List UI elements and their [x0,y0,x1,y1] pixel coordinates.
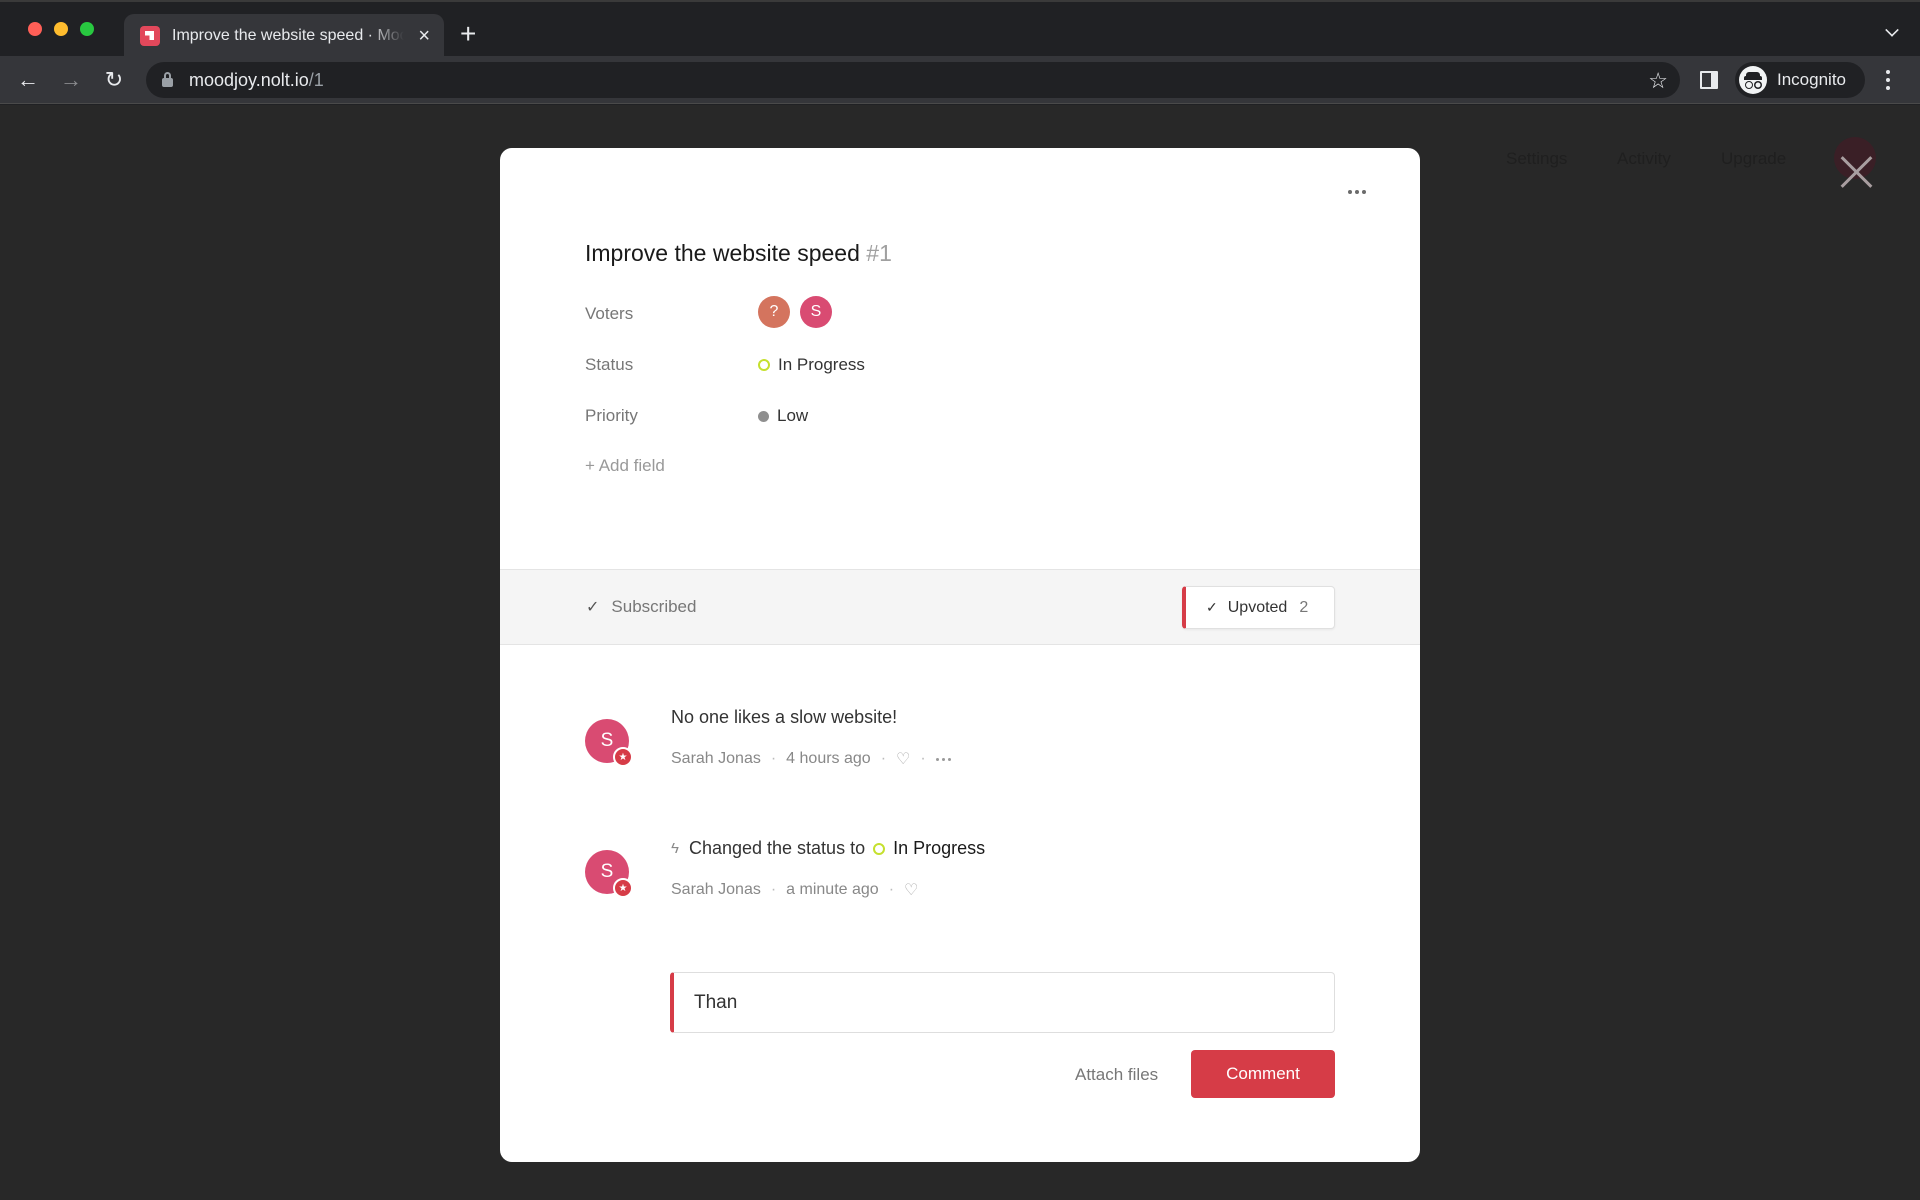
priority-label: Priority [585,406,638,425]
reload-button[interactable]: ↻ [100,66,128,94]
tab-search-chevron-icon[interactable] [1885,23,1899,37]
voters-list: ? S [758,296,842,328]
forward-button[interactable]: → [57,66,85,94]
add-field-button[interactable]: + Add field [585,456,665,476]
comment-text: No one likes a slow website! [671,707,898,727]
priority-dot-icon [758,410,769,422]
status-value: In Progress [778,355,865,374]
meta-separator: · [770,750,777,767]
subscribed-label: Subscribed [611,597,697,616]
lightning-bolt-icon: ϟ [671,840,679,857]
like-heart-icon[interactable]: ♡ [896,749,910,769]
subscribe-toggle[interactable]: ✓ Subscribed [586,597,696,617]
avatar-initial: S [600,861,614,882]
window-close-button[interactable] [28,22,42,36]
admin-star-icon: ★ [613,747,633,767]
meta-separator: · [888,881,895,898]
like-heart-icon[interactable]: ♡ [904,880,918,900]
post-modal: Improve the website speed #1 Voters ? S … [500,148,1420,1162]
profile-label: Incognito [1777,70,1846,89]
meta-separator: · [920,750,926,767]
url-path: /1 [308,69,324,90]
address-bar[interactable]: moodjoy.nolt.io/1 ☆ [146,62,1680,98]
post-title-text: Improve the website speed [585,240,860,266]
post-more-options-icon[interactable] [1344,186,1370,198]
bookmark-star-icon[interactable]: ☆ [1648,68,1668,94]
browser-menu-icon[interactable] [1886,70,1890,90]
back-button[interactable]: ← [14,66,42,94]
admin-star-icon: ★ [613,878,633,898]
tab-close-icon[interactable]: × [418,26,430,46]
activity-prefix: Changed the status to [688,838,866,858]
activity-text: ϟ Changed the status to In Progress [671,838,985,859]
comment-time[interactable]: a minute ago [786,881,879,899]
status-selector[interactable]: In Progress [758,355,865,375]
upvote-button[interactable]: ✓ Upvoted 2 [1182,586,1335,629]
upvote-label: Upvoted [1227,598,1288,616]
activity-status: In Progress [893,838,986,858]
comment-meta: Sarah Jonas · 4 hours ago · ♡ · [671,749,951,769]
meta-separator: · [770,881,777,898]
bg-nav-settings: Settings [1506,149,1568,168]
browser-tabstrip: Improve the website speed · Moodjoy × + [0,0,1920,58]
status-label: Status [585,355,634,374]
priority-value: Low [777,406,809,425]
attach-files-button[interactable]: Attach files [1075,1065,1158,1085]
window-maximize-button[interactable] [80,22,94,36]
url-host: moodjoy.nolt.io [189,69,309,90]
comment-author[interactable]: Sarah Jonas [671,881,761,899]
tab-title: Improve the website speed · Moodjoy [172,27,404,44]
comment-avatar[interactable]: S ★ [585,719,633,767]
side-panel-icon[interactable] [1700,71,1718,89]
status-in-progress-icon [758,359,770,371]
status-in-progress-icon [873,842,886,855]
comment-avatar[interactable]: S ★ [585,850,633,898]
comment-meta: Sarah Jonas · a minute ago · ♡ [671,880,918,900]
lock-icon [162,72,173,87]
comment-more-options-icon[interactable] [935,757,951,761]
post-action-bar: ✓ Subscribed ✓ Upvoted 2 [500,569,1420,645]
incognito-profile-button[interactable]: Incognito [1735,62,1865,98]
close-modal-icon[interactable] [1838,153,1874,189]
voters-label: Voters [585,304,634,323]
avatar-initial: S [600,730,614,751]
comment-input[interactable] [670,972,1335,1033]
incognito-icon [1739,66,1767,94]
window-minimize-button[interactable] [54,22,68,36]
priority-selector[interactable]: Low [758,406,808,426]
browser-tab-active[interactable]: Improve the website speed · Moodjoy × [124,14,444,58]
comment-author[interactable]: Sarah Jonas [671,750,761,768]
nolt-logo-icon [140,26,160,46]
bg-nav-activity: Activity [1617,149,1671,168]
voter-avatar[interactable]: S [800,296,832,328]
submit-comment-button[interactable]: Comment [1191,1050,1335,1098]
browser-toolbar: ← → ↻ moodjoy.nolt.io/1 ☆ Incognito [0,56,1920,104]
new-tab-button[interactable]: + [460,20,476,48]
bg-nav-upgrade: Upgrade [1721,149,1787,168]
post-number: #1 [866,240,892,266]
check-icon: ✓ [1206,599,1218,615]
post-title: Improve the website speed #1 [585,240,892,267]
check-icon: ✓ [586,599,600,616]
voter-avatar[interactable]: ? [758,296,790,328]
upvote-count: 2 [1299,598,1309,616]
meta-separator: · [880,750,887,767]
comment-time[interactable]: 4 hours ago [786,750,871,768]
